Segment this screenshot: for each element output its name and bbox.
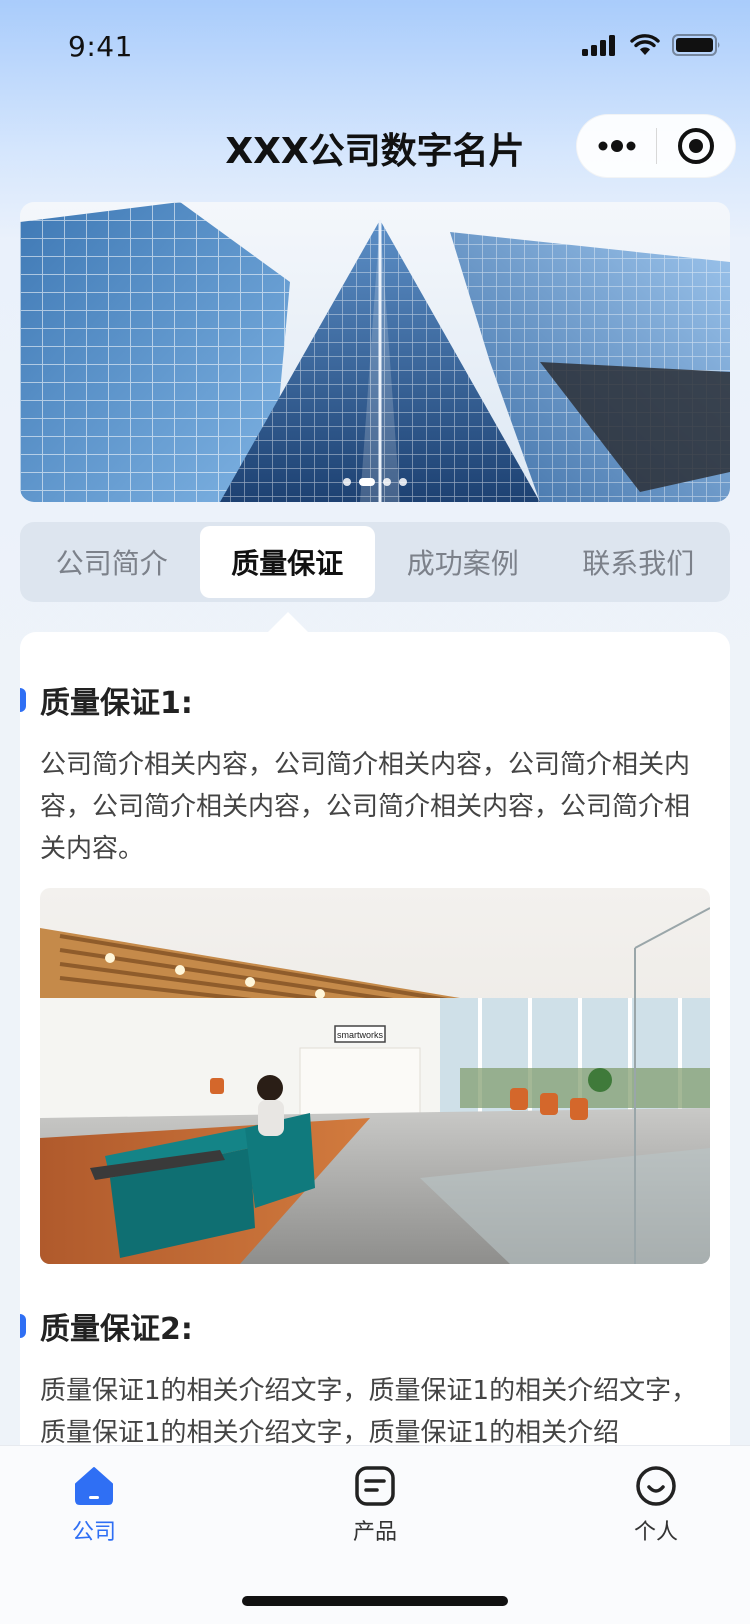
tabbar-item-products[interactable]: 产品 bbox=[315, 1464, 435, 1546]
mini-program-capsule bbox=[576, 114, 736, 178]
status-icons bbox=[582, 34, 722, 56]
product-icon bbox=[355, 1466, 395, 1506]
status-time: 9:41 bbox=[68, 30, 133, 63]
pagination-dot[interactable] bbox=[343, 478, 351, 486]
office-lobby-image: smartworks bbox=[40, 888, 710, 1264]
profile-icon bbox=[636, 1466, 676, 1506]
close-target-icon bbox=[677, 128, 714, 164]
tabbar-item-company[interactable]: 公司 bbox=[34, 1464, 154, 1546]
tab-company-intro[interactable]: 公司简介 bbox=[24, 526, 200, 598]
section-title: 质量保证1: bbox=[40, 686, 193, 721]
quality-section-2: 质量保证2: 质量保证1的相关介绍文字，质量保证1的相关介绍文字，质量保证1的相… bbox=[20, 1304, 730, 1454]
wall-sign-text: smartworks bbox=[337, 1030, 384, 1040]
signal-icon bbox=[582, 35, 615, 56]
section-text: 公司简介相关内容，公司简介相关内容，公司简介相关内容，公司简介相关内容，公司简介… bbox=[40, 750, 691, 864]
banner-pagination bbox=[20, 478, 730, 486]
home-indicator bbox=[242, 1596, 508, 1606]
more-button[interactable] bbox=[577, 114, 656, 178]
tabbar-label: 产品 bbox=[352, 1520, 397, 1545]
tab-quality-assurance[interactable]: 质量保证 bbox=[199, 526, 375, 598]
tab-success-cases[interactable]: 成功案例 bbox=[375, 526, 551, 598]
pagination-dot[interactable] bbox=[383, 478, 391, 486]
pagination-dot-active[interactable] bbox=[359, 478, 375, 486]
tabbar-label: 公司 bbox=[71, 1520, 116, 1545]
section-tabs: 公司简介 质量保证 成功案例 联系我们 bbox=[20, 522, 730, 602]
tabbar-label: 个人 bbox=[633, 1520, 678, 1545]
navbar: XXX公司数字名片 bbox=[0, 96, 750, 196]
banner-image-skyscraper bbox=[20, 202, 730, 502]
section-marker bbox=[20, 1314, 26, 1338]
tabbar-item-personal[interactable]: 个人 bbox=[596, 1464, 716, 1546]
more-dots-icon bbox=[598, 140, 635, 152]
section-header: 质量保证1: bbox=[20, 678, 730, 722]
wifi-icon bbox=[630, 34, 660, 55]
section-marker bbox=[20, 688, 26, 712]
active-tab-pointer bbox=[268, 612, 308, 632]
banner-carousel[interactable] bbox=[20, 202, 730, 502]
tab-contact-us[interactable]: 联系我们 bbox=[551, 526, 727, 598]
section-title: 质量保证2: bbox=[40, 1312, 193, 1347]
home-icon bbox=[75, 1467, 113, 1505]
quality-section-1: 质量保证1: 公司简介相关内容，公司简介相关内容，公司简介相关内容，公司简介相关… bbox=[20, 678, 730, 1264]
status-bar: 9:41 bbox=[0, 0, 750, 96]
battery-icon bbox=[672, 34, 720, 56]
section-header: 质量保证2: bbox=[20, 1304, 730, 1348]
pagination-dot[interactable] bbox=[399, 478, 407, 486]
close-button[interactable] bbox=[657, 114, 735, 178]
section-text: 质量保证1的相关介绍文字，质量保证1的相关介绍文字，质量保证1的相关介绍文字，质… bbox=[40, 1376, 698, 1448]
